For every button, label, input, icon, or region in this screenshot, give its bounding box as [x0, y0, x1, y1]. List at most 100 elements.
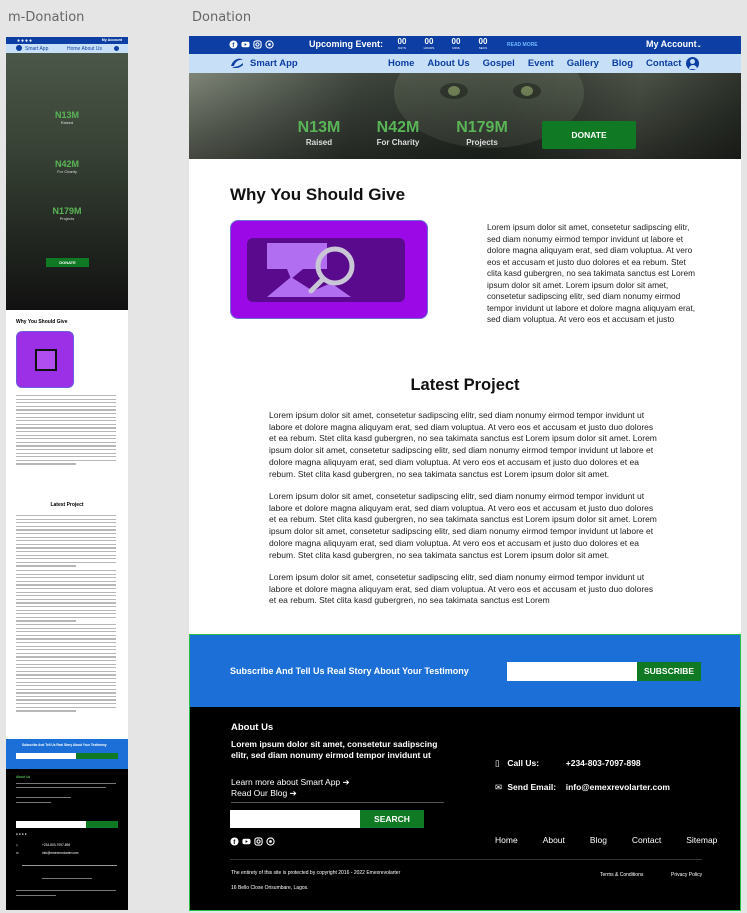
footer-divider-bottom — [230, 859, 702, 860]
subscribe-section: Subscribe And Tell Us Real Story About Y… — [189, 634, 741, 707]
stat-label: For Charity — [376, 138, 420, 147]
phone-number[interactable]: +234-803-7097-898 — [566, 758, 641, 768]
mobile-stat-label: Projects — [59, 216, 75, 221]
image-placeholder — [230, 220, 428, 319]
hero-banner: N13M Raised N42M For Charity N179M Proje… — [189, 73, 741, 159]
mobile-subscribe-input[interactable] — [16, 753, 76, 759]
stat-projects: N179M Projects — [442, 120, 522, 148]
mobile-link-line[interactable] — [16, 802, 51, 804]
nav-item-gallery[interactable]: Gallery — [567, 58, 599, 69]
stat-raised: N13M Raised — [279, 119, 359, 148]
footer-nav-blog[interactable]: Blog — [590, 835, 607, 845]
mobile-frame: ●●●● My Account Smart App Home About Us … — [6, 37, 128, 910]
privacy-link[interactable]: Privacy Policy — [671, 872, 702, 878]
nav-item-blog[interactable]: Blog — [612, 58, 633, 69]
stat-value: N13M — [297, 119, 341, 136]
nav-item-about-us[interactable]: About Us — [427, 58, 469, 69]
youtube-icon[interactable] — [242, 837, 251, 846]
mobile-nav-links[interactable]: Home About Us — [67, 46, 102, 52]
stat-label: Raised — [305, 138, 333, 147]
image-search-icon — [247, 238, 405, 302]
chevron-down-icon: ⌄ — [696, 43, 702, 49]
mobile-brand[interactable]: Smart App — [25, 46, 48, 52]
call-us-row: ▯ Call Us: +234-803-7097-898 — [495, 758, 641, 769]
mobile-stat-value: N13M — [54, 110, 79, 120]
mobile-account[interactable]: My Account — [102, 38, 122, 42]
mobile-stat-label: For Charity — [57, 169, 77, 174]
read-blog-link[interactable]: Read Our Blog ➔ — [231, 788, 297, 799]
stat-charity: N42M For Charity — [358, 120, 438, 148]
mobile-footer-social-icons[interactable]: ●●●● — [16, 832, 28, 836]
footer-nav-about[interactable]: About — [543, 835, 565, 845]
instagram-icon[interactable] — [254, 837, 263, 846]
call-us-label: Call Us: — [507, 758, 540, 768]
copyright-text: The entirety of this site is protected b… — [231, 870, 401, 876]
whatsapp-icon[interactable] — [265, 40, 274, 49]
terms-link[interactable]: Terms & Conditions — [600, 872, 643, 878]
my-account-dropdown[interactable]: My Account⌄ — [646, 39, 702, 49]
facebook-icon[interactable]: f — [230, 837, 239, 846]
mobile-stat-raised: N13M Raised — [6, 110, 128, 125]
mobile-terms-line[interactable] — [42, 878, 92, 880]
mobile-topbar: ●●●● My Account — [6, 37, 128, 44]
footer: About Us Lorem ipsum dolor sit amet, con… — [189, 707, 741, 911]
mobile-user-icon[interactable] — [114, 45, 119, 51]
main-nav: Home About Us Gospel Event Gallery Blog … — [388, 58, 694, 69]
donate-button[interactable]: DONATE — [542, 121, 636, 149]
footer-divider — [231, 802, 444, 803]
whatsapp-icon[interactable] — [266, 837, 275, 846]
mobile-phone: +234-803-7097-898 — [42, 843, 71, 847]
footer-search-input[interactable] — [230, 810, 360, 828]
mobile-latest-title: Latest Project — [50, 502, 84, 508]
desktop-frame-label: Donation — [192, 10, 252, 25]
footer-nav-sitemap[interactable]: Sitemap — [686, 835, 717, 845]
mobile-link-line[interactable] — [16, 797, 71, 799]
social-icons: f — [229, 40, 274, 49]
nav-item-home[interactable]: Home — [388, 58, 414, 69]
mobile-why-text-lines — [16, 395, 116, 467]
mobile-donate-button[interactable]: DONATE — [46, 258, 89, 267]
instagram-icon[interactable] — [253, 40, 262, 49]
mail-icon: ✉ — [495, 782, 503, 792]
mobile-mail-icon: ✉ — [16, 851, 19, 855]
youtube-icon[interactable] — [241, 40, 250, 49]
brand-name[interactable]: Smart App — [250, 58, 298, 69]
countdown-value: 00 — [478, 37, 488, 46]
mobile-footer-nav[interactable] — [22, 865, 117, 867]
learn-more-link[interactable]: Learn more about Smart App ➔ — [231, 777, 350, 788]
nav-item-gospel[interactable]: Gospel — [483, 58, 515, 69]
mobile-latest-text-lines-3 — [16, 624, 116, 714]
mobile-stat-value: N42M — [54, 159, 79, 169]
mobile-footer: About Us ●●●● ▯ +234-803-7097-898 ✉ info… — [6, 769, 128, 910]
brand-logo-icon[interactable] — [230, 57, 244, 69]
navbar: Smart App Home About Us Gospel Event Gal… — [189, 54, 741, 73]
footer-nav-contact[interactable]: Contact — [632, 835, 661, 845]
mobile-phone-icon: ▯ — [16, 843, 18, 847]
stat-label: Projects — [466, 138, 498, 147]
mobile-stat-projects: N179M Projects — [6, 206, 128, 221]
mobile-latest-text-lines-2 — [16, 570, 116, 624]
countdown-value: 00 — [451, 37, 461, 46]
mobile-search-input[interactable] — [16, 821, 86, 828]
subscribe-email-input[interactable] — [507, 662, 637, 681]
nav-item-event[interactable]: Event — [528, 58, 554, 69]
email-address[interactable]: info@emexrevolarter.com — [566, 782, 670, 792]
subscribe-button[interactable]: SUBSCRIBE — [637, 662, 701, 681]
mobile-stat-label: Raised — [60, 120, 74, 125]
user-account-icon[interactable] — [686, 57, 699, 70]
latest-project-title: Latest Project — [410, 376, 520, 394]
footer-about-text: Lorem ipsum dolor sit amet, consetetur s… — [231, 739, 438, 760]
topbar: f Upcoming Event: 00 DAYS 00 HOURS 00 MI… — [189, 36, 741, 54]
mobile-subscribe-section: Subscribe And Tell Us Real Story About Y… — [6, 739, 128, 769]
facebook-icon[interactable]: f — [229, 40, 238, 49]
footer-search-button[interactable]: SEARCH — [360, 810, 424, 828]
nav-item-contact[interactable]: Contact — [646, 58, 681, 69]
read-more-link[interactable]: READ MORE — [507, 42, 538, 48]
project-paragraph: Lorem ipsum dolor sit amet, consetetur s… — [269, 572, 654, 606]
countdown-unit: MINS — [452, 46, 460, 50]
footer-nav-home[interactable]: Home — [495, 835, 518, 845]
mobile-subscribe-button[interactable] — [76, 753, 118, 759]
countdown-secs: 00 SECS — [475, 37, 491, 51]
countdown-unit: HOURS — [423, 46, 435, 50]
mobile-search-button[interactable] — [86, 821, 118, 828]
